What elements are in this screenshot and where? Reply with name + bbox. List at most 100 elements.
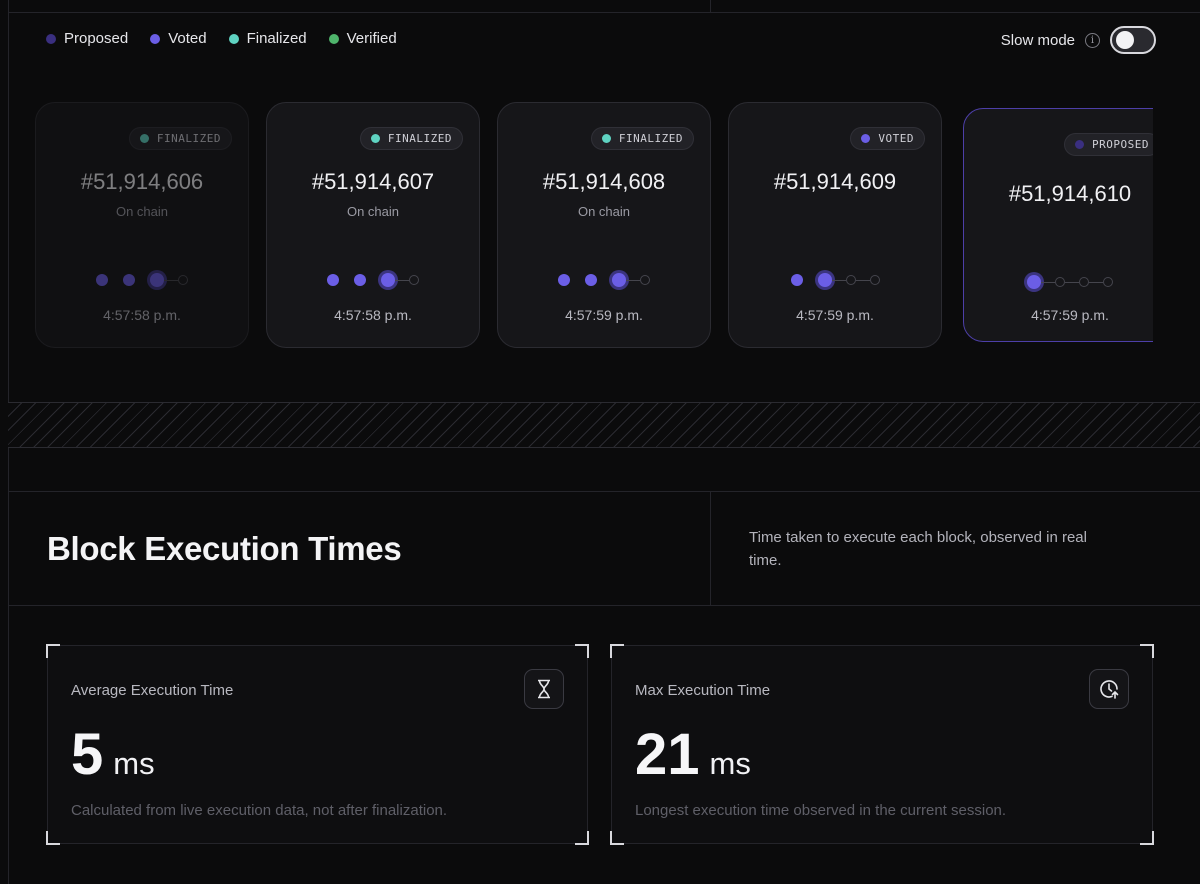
progress-step-filled bbox=[327, 274, 339, 286]
block-subtitle: On chain bbox=[115, 204, 169, 219]
progress-connector bbox=[1089, 281, 1103, 283]
block-number: #51,914,608 bbox=[542, 169, 666, 194]
block-time: 4:57:58 p.m. bbox=[334, 307, 412, 323]
average-execution-card: Average Execution Time 5 ms Calculated f… bbox=[46, 644, 589, 845]
block-progress bbox=[498, 273, 710, 287]
progress-step-filled bbox=[558, 274, 570, 286]
block-progress bbox=[964, 275, 1176, 289]
progress-step-empty bbox=[640, 275, 650, 285]
progress-step-filled bbox=[381, 273, 395, 287]
section-title: Block Execution Times bbox=[47, 530, 402, 567]
corner-mark bbox=[575, 831, 589, 845]
progress-connector bbox=[855, 279, 870, 281]
stat-label: Max Execution Time bbox=[635, 682, 771, 699]
cards-right-mask bbox=[1153, 100, 1200, 350]
block-number: #51,914,607 bbox=[311, 169, 435, 194]
block-subtitle: On chain bbox=[346, 204, 400, 219]
max-execution-card: Max Execution Time 21 ms Longest executi… bbox=[610, 644, 1154, 845]
progress-step-filled bbox=[790, 274, 803, 286]
slow-mode-toggle[interactable] bbox=[1110, 26, 1156, 54]
status-dot-icon bbox=[139, 134, 149, 143]
progress-step-empty bbox=[178, 275, 188, 285]
progress-step-empty bbox=[1055, 277, 1065, 287]
legend-item-proposed: Proposed bbox=[46, 30, 128, 47]
stat-value: 21 ms bbox=[635, 726, 751, 784]
status-badge: PROPOSED bbox=[1064, 133, 1160, 156]
info-icon[interactable]: i bbox=[1085, 32, 1100, 48]
status-dot-icon bbox=[861, 134, 871, 143]
legend-item-verified: Verified bbox=[328, 30, 397, 47]
corner-mark bbox=[46, 831, 60, 845]
verified-dot-icon bbox=[328, 33, 339, 44]
status-dot-icon bbox=[370, 134, 380, 143]
block-time: 4:57:59 p.m. bbox=[565, 307, 643, 323]
corner-mark bbox=[1140, 644, 1154, 658]
toggle-knob bbox=[1116, 31, 1134, 49]
block-number: #51,914,606 bbox=[80, 169, 204, 194]
stat-note: Longest execution time observed in the c… bbox=[635, 802, 1007, 819]
block-number: #51,914,610 bbox=[1008, 181, 1132, 206]
legend-label: Voted bbox=[168, 30, 207, 47]
progress-step-filled bbox=[96, 274, 108, 286]
progress-step-filled bbox=[150, 273, 164, 287]
corner-mark bbox=[610, 644, 624, 658]
block-time: 4:57:59 p.m. bbox=[1031, 307, 1109, 323]
block-number: #51,914,609 bbox=[773, 169, 897, 194]
progress-step-empty bbox=[409, 275, 419, 285]
stat-value: 5 ms bbox=[71, 726, 155, 784]
stat-number: 5 bbox=[71, 722, 104, 787]
corner-mark bbox=[46, 644, 60, 658]
progress-step-filled bbox=[585, 274, 597, 286]
block-card[interactable]: FINALIZED #51,914,607 On chain 4:57:58 p… bbox=[266, 102, 480, 348]
progress-connector bbox=[626, 279, 640, 281]
status-dot-icon bbox=[601, 134, 611, 143]
status-text: FINALIZED bbox=[156, 132, 221, 145]
corner-mark bbox=[1140, 831, 1154, 845]
block-cards-track: FINALIZED #51,914,606 On chain 4:57:58 p… bbox=[0, 100, 1200, 350]
legend-item-finalized: Finalized bbox=[228, 30, 307, 47]
block-card[interactable]: FINALIZED #51,914,606 On chain 4:57:58 p… bbox=[35, 102, 249, 348]
section-divider bbox=[710, 491, 711, 605]
status-badge: FINALIZED bbox=[359, 127, 463, 150]
section-description: Time taken to execute each block, observ… bbox=[749, 529, 1087, 569]
legend-label: Proposed bbox=[64, 30, 129, 47]
section-border-top bbox=[8, 491, 1200, 492]
top-border bbox=[8, 12, 1200, 13]
cards-left-border bbox=[8, 100, 9, 350]
block-card[interactable]: PROPOSED #51,914,610 4:57:59 p.m. bbox=[963, 108, 1177, 342]
status-text: FINALIZED bbox=[387, 132, 452, 145]
block-time: 4:57:58 p.m. bbox=[103, 307, 181, 323]
block-progress bbox=[267, 273, 479, 287]
legend-item-voted: Voted bbox=[150, 30, 207, 47]
block-progress bbox=[729, 273, 941, 287]
progress-step-filled bbox=[612, 273, 626, 287]
section-border-bottom bbox=[8, 605, 1200, 606]
stat-number: 21 bbox=[635, 722, 700, 787]
progress-step-filled bbox=[817, 273, 832, 287]
status-text: VOTED bbox=[878, 132, 914, 145]
status-text: FINALIZED bbox=[618, 132, 683, 145]
progress-step-filled bbox=[354, 274, 366, 286]
progress-step-filled bbox=[123, 274, 135, 286]
corner-mark bbox=[610, 831, 624, 845]
status-badge: VOTED bbox=[850, 127, 925, 150]
block-card[interactable]: VOTED #51,914,609 4:57:59 p.m. bbox=[728, 102, 942, 348]
stat-unit: ms bbox=[709, 746, 751, 781]
progress-connector bbox=[1041, 281, 1055, 283]
corner-mark bbox=[575, 644, 589, 658]
hourglass-icon bbox=[524, 669, 564, 709]
progress-step-empty bbox=[845, 275, 856, 285]
progress-connector bbox=[1065, 281, 1079, 283]
block-time: 4:57:59 p.m. bbox=[796, 307, 874, 323]
slow-mode-control: Slow mode i bbox=[1001, 26, 1156, 54]
progress-connector bbox=[164, 279, 178, 281]
progress-step-empty bbox=[1103, 277, 1113, 287]
block-card[interactable]: FINALIZED #51,914,608 On chain 4:57:59 p… bbox=[497, 102, 711, 348]
voted-dot-icon bbox=[150, 33, 161, 44]
progress-step-empty bbox=[1079, 277, 1089, 287]
status-text: PROPOSED bbox=[1092, 138, 1149, 151]
progress-connector bbox=[395, 279, 409, 281]
progress-step-filled bbox=[1027, 275, 1041, 289]
top-divider bbox=[710, 0, 711, 12]
status-badge: FINALIZED bbox=[590, 127, 694, 150]
